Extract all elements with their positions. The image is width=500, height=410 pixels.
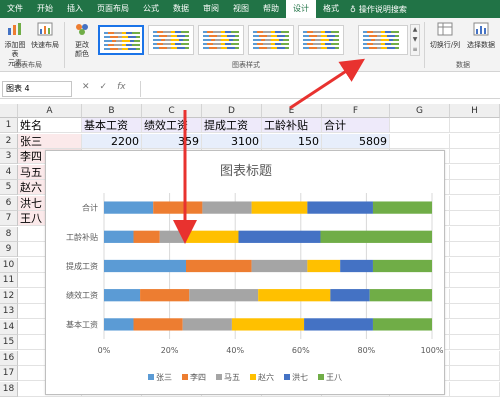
arrow-to-style <box>289 58 366 110</box>
annotation-arrows <box>173 58 366 244</box>
